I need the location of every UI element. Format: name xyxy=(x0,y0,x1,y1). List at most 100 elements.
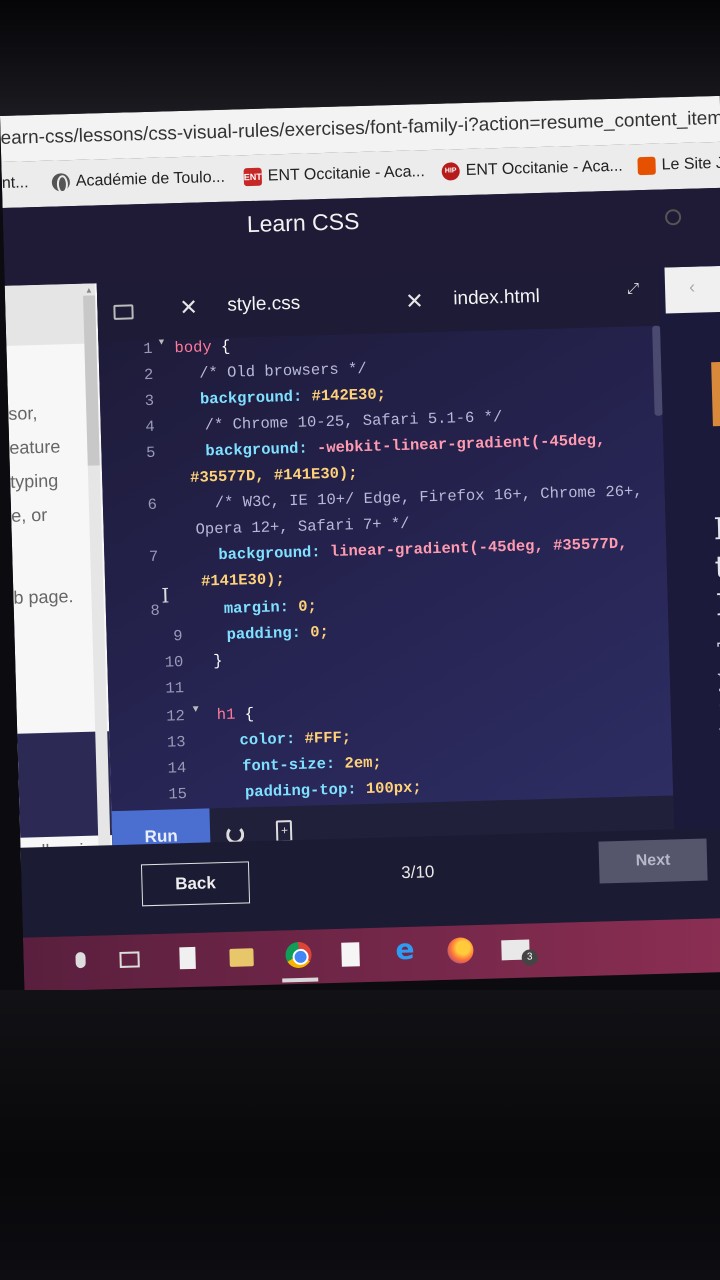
code-token: background: xyxy=(218,543,321,565)
bookmark-item[interactable]: nt... xyxy=(2,174,29,193)
code-text: margin: 0; xyxy=(224,597,317,618)
lesson-text: sor, xyxy=(8,403,38,424)
next-button[interactable]: Next xyxy=(598,838,708,884)
line-number: 3 xyxy=(144,391,155,411)
document-icon[interactable] xyxy=(179,946,196,970)
code-token: 2em; xyxy=(334,753,382,773)
code-token: /* Old browsers */ xyxy=(199,359,367,383)
code-token: #35577D, #141E30); xyxy=(189,464,358,487)
line-number: 11 xyxy=(165,679,185,698)
code-token: color: xyxy=(239,730,296,750)
file-explorer-icon[interactable] xyxy=(229,948,254,967)
preview-nav: ‹ xyxy=(664,265,720,314)
preview-heading: t xyxy=(714,549,720,586)
back-button[interactable]: Back xyxy=(140,861,251,907)
code-token: padding: xyxy=(226,623,302,644)
line-number: 13 xyxy=(166,733,186,752)
task-view-icon[interactable] xyxy=(119,951,140,968)
document-icon[interactable] xyxy=(341,942,360,967)
code-token: 0; xyxy=(288,597,318,617)
bookmark-label: ENT Occitanie - Aca... xyxy=(267,163,426,185)
code-text: } xyxy=(213,652,223,670)
bookmark-label: nt... xyxy=(1,174,29,192)
ent-icon: ENT xyxy=(243,167,263,187)
bookmark-item[interactable]: Académie de Toulo... xyxy=(51,168,226,192)
learn-css-app: Learn CSS sor, eature typing e, or b pag… xyxy=(2,187,720,868)
url-text: earn-css/lessons/css-visual-rules/exerci… xyxy=(0,107,720,149)
code-token: { xyxy=(235,705,255,724)
preview-heading: E xyxy=(713,511,720,548)
chrome-icon[interactable] xyxy=(285,941,312,969)
code-token: #FFF; xyxy=(295,728,352,748)
lesson-text: typing xyxy=(9,470,59,492)
line-number: 9 xyxy=(173,627,183,646)
notification-badge: 3 xyxy=(521,949,538,966)
active-app-indicator xyxy=(282,977,319,983)
line-number: 1 xyxy=(143,339,153,359)
firefox-icon[interactable] xyxy=(447,937,474,964)
line-number: 12 xyxy=(165,707,186,726)
edge-icon[interactable]: e xyxy=(395,933,415,967)
code-text: font-size: 2em; xyxy=(242,754,382,776)
folder-icon[interactable] xyxy=(113,304,134,320)
globe-icon xyxy=(51,173,71,192)
bookmark-label: Le Site Je xyxy=(661,154,720,174)
code-text: #35577D, #141E30); xyxy=(190,464,358,487)
code-token: 0; xyxy=(300,623,330,642)
tab-index-html[interactable]: index.html xyxy=(453,286,540,310)
code-token: #141E30); xyxy=(200,570,286,591)
code-text: /* Old browsers */ xyxy=(199,360,367,383)
line-number: 15 xyxy=(168,785,188,804)
tab-style-css[interactable]: style.css xyxy=(227,293,300,317)
close-icon[interactable]: ✕ xyxy=(405,288,424,315)
code-token: h1 xyxy=(216,705,236,725)
scroll-up-icon[interactable]: ▲ xyxy=(85,285,93,294)
bookmark-label: Académie de Toulo... xyxy=(75,168,226,190)
bookmark-item[interactable]: HIP ENT Occitanie - Aca... xyxy=(441,158,623,181)
circle-icon xyxy=(664,209,682,226)
line-number: 8 xyxy=(150,601,161,620)
site-icon xyxy=(637,156,656,176)
lesson-text: eature xyxy=(8,436,61,458)
code-token: margin: xyxy=(223,598,290,618)
close-icon[interactable]: ✕ xyxy=(179,295,198,322)
code-text: h1 { xyxy=(217,705,255,724)
code-token: background: xyxy=(205,439,308,461)
page-title: Learn CSS xyxy=(246,208,360,238)
code-token: padding-top: xyxy=(244,780,357,802)
chevron-left-icon[interactable]: ‹ xyxy=(689,277,696,298)
lesson-header-strip xyxy=(4,283,87,346)
lesson-panel: sor, eature typing e, or b page. r all m… xyxy=(4,283,113,868)
line-number: 7 xyxy=(148,547,159,567)
code-area[interactable]: I 1 ▼ body {2/* Old browsers */3 background… xyxy=(98,326,673,811)
code-text: #141E30); xyxy=(201,570,285,590)
progress-indicator: 3/10 xyxy=(401,862,435,883)
bookmark-label: ENT Occitanie - Aca... xyxy=(465,157,623,180)
code-editor[interactable]: ✕ style.css ✕ index.html ⤢ I 1 ▼ body {2/*… xyxy=(96,267,675,866)
code-text: padding-top: 100px; xyxy=(245,778,422,801)
code-token: #142E30; xyxy=(302,385,387,406)
fold-arrow-icon[interactable]: ▼ xyxy=(158,337,164,348)
expand-icon[interactable]: ⤢ xyxy=(627,280,639,297)
monitor-screen: earn-css/lessons/css-visual-rules/exerci… xyxy=(0,95,720,1016)
line-number: 6 xyxy=(147,495,158,515)
line-number: 4 xyxy=(145,417,155,437)
lesson-text: b page. xyxy=(13,586,74,608)
bookmark-item[interactable]: ENT ENT Occitanie - Aca... xyxy=(243,163,426,187)
code-text: background: #142E30; xyxy=(200,385,386,408)
line-number: 14 xyxy=(167,759,187,778)
code-token: 100px; xyxy=(356,778,422,799)
code-token: background: xyxy=(199,387,303,409)
preview-image xyxy=(711,361,720,427)
code-text: padding: 0; xyxy=(226,623,329,644)
code-text: body { xyxy=(174,338,230,358)
line-number: 5 xyxy=(145,443,156,463)
code-token: { xyxy=(211,337,231,357)
line-number: 2 xyxy=(143,365,154,385)
code-token: } xyxy=(213,652,223,671)
microphone-icon[interactable] xyxy=(75,951,86,969)
fold-arrow-icon[interactable]: ▼ xyxy=(193,705,199,716)
bookmark-item[interactable]: Le Site Je xyxy=(637,155,720,176)
lesson-text: e, or xyxy=(10,504,48,526)
line-number: 10 xyxy=(164,653,184,672)
